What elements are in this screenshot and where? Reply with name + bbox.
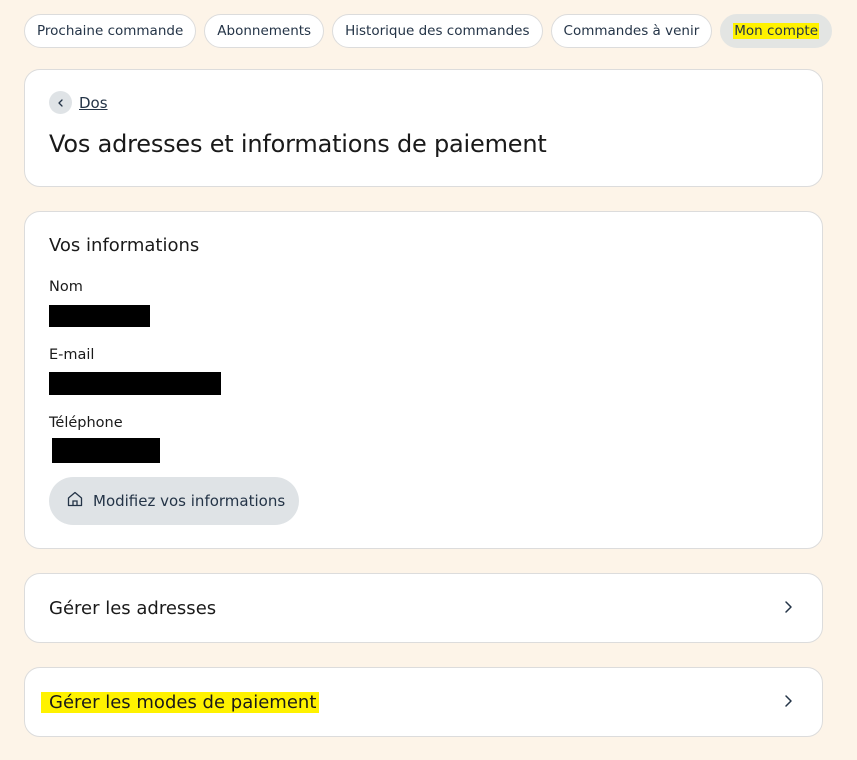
home-icon	[66, 490, 84, 512]
tab-order-history[interactable]: Historique des commandes	[332, 14, 543, 48]
edit-info-button[interactable]: Modifiez vos informations	[49, 477, 300, 525]
back-label: Dos	[79, 93, 108, 112]
tab-my-account[interactable]: Mon compte	[720, 14, 833, 48]
phone-label: Téléphone	[49, 415, 123, 431]
name-label: Nom	[49, 279, 83, 295]
section-title: Vos informations	[49, 235, 200, 256]
header-card: Dos Vos adresses et informations de paie…	[24, 69, 823, 187]
chevron-right-icon	[782, 599, 794, 618]
account-tabs: Prochaine commande Abonnements Historiqu…	[24, 14, 833, 48]
manage-addresses-link[interactable]: Gérer les adresses	[24, 573, 823, 643]
edit-info-label: Modifiez vos informations	[93, 492, 286, 510]
tab-subscriptions[interactable]: Abonnements	[204, 14, 325, 48]
tab-upcoming-orders[interactable]: Commandes à venir	[550, 14, 713, 48]
page-title: Vos adresses et informations de paiement	[49, 130, 547, 158]
chevron-left-icon	[49, 91, 72, 114]
manage-addresses-label: Gérer les adresses	[49, 597, 217, 619]
chevron-right-icon	[782, 693, 794, 712]
phone-value-redacted	[52, 438, 160, 463]
email-label: E-mail	[49, 347, 95, 363]
tab-next-order[interactable]: Prochaine commande	[24, 14, 197, 48]
manage-payment-label: Gérer les modes de paiement	[41, 691, 320, 713]
info-card: Vos informations Nom E-mail Téléphone Mo…	[24, 211, 823, 549]
email-value-redacted	[49, 372, 221, 395]
manage-payment-link[interactable]: Gérer les modes de paiement	[24, 667, 823, 737]
back-link[interactable]: Dos	[49, 91, 108, 114]
name-value-redacted	[49, 305, 150, 327]
